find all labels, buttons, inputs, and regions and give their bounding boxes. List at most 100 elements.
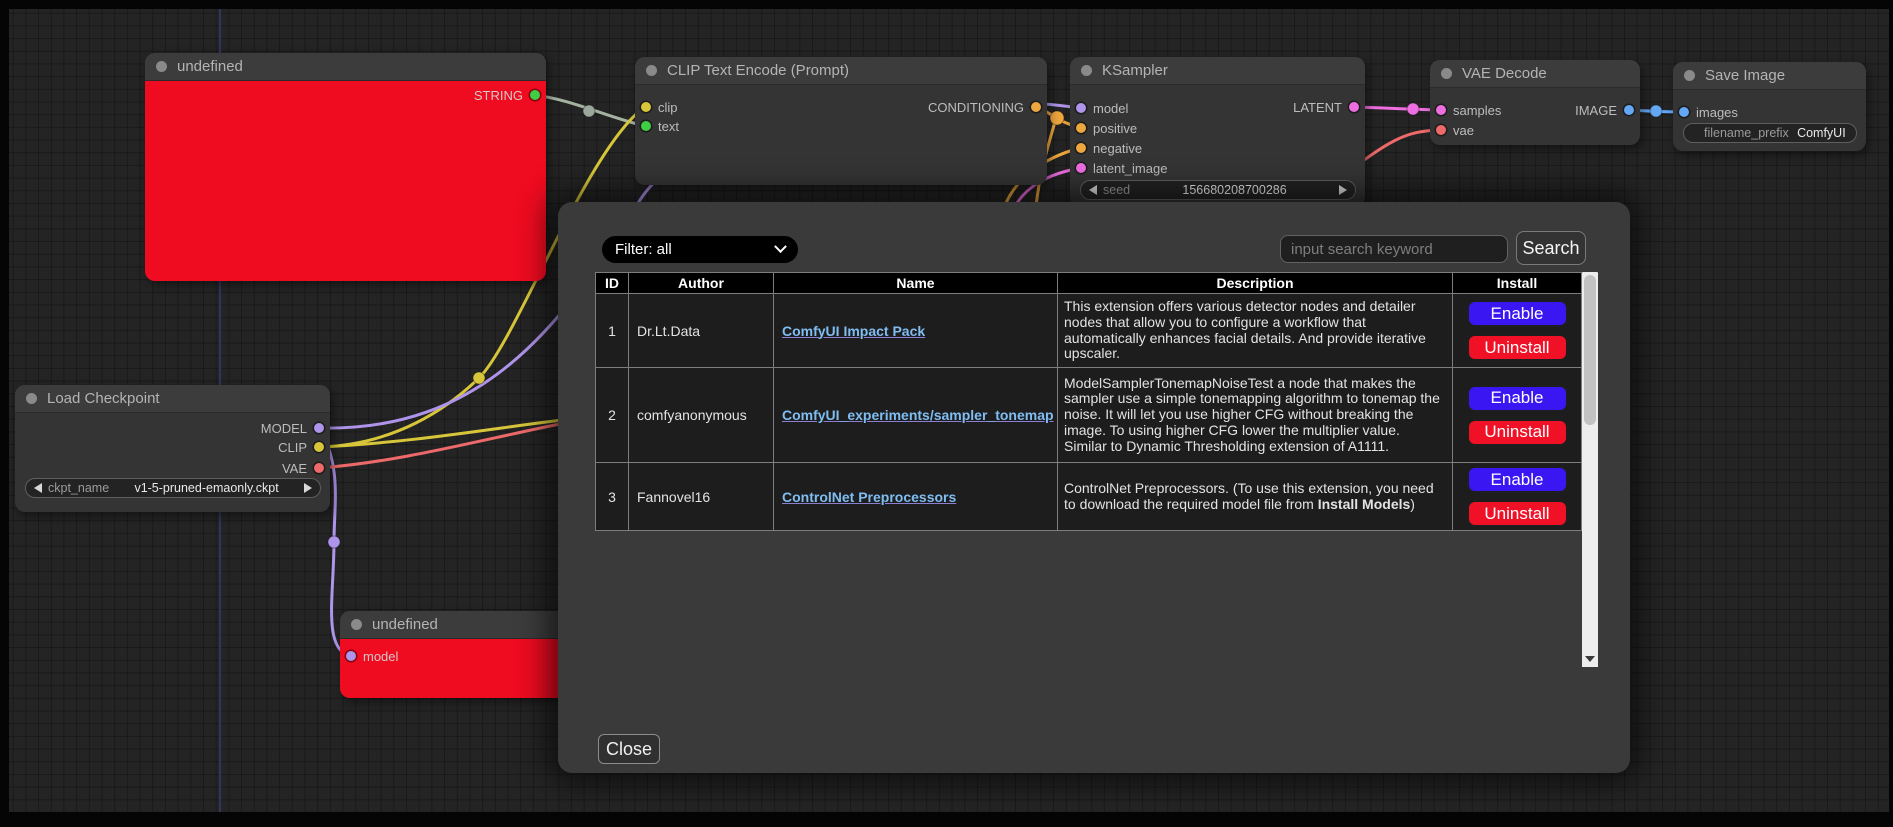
enable-button[interactable]: Enable — [1467, 385, 1568, 412]
row-id: 3 — [596, 463, 629, 531]
node-title: KSampler — [1102, 62, 1168, 79]
node-clip-text-encode[interactable]: CLIP Text Encode (Prompt) clip text COND… — [635, 57, 1047, 185]
extension-link[interactable]: ControlNet Preprocessors — [782, 489, 956, 505]
col-header-name: Name — [774, 273, 1058, 294]
table-header-row: ID Author Name Description Install — [596, 273, 1582, 294]
prev-value-icon[interactable] — [34, 483, 42, 493]
table-row: 2 comfyanonymous ComfyUI_experiments/sam… — [596, 368, 1582, 463]
output-label: VAE — [282, 461, 307, 476]
prev-value-icon[interactable] — [1089, 185, 1097, 195]
node-header[interactable]: Load Checkpoint — [15, 385, 330, 413]
output-label: STRING — [474, 88, 523, 103]
vae-output-dot[interactable] — [314, 463, 324, 473]
scrollbar-down-button[interactable] — [1582, 651, 1598, 667]
node-collapse-icon[interactable] — [351, 619, 362, 630]
widget-value: v1-5-pruned-emaonly.ckpt — [115, 481, 298, 495]
window-edge — [0, 0, 1893, 9]
row-description: This extension offers various detector n… — [1058, 294, 1453, 368]
input-label: latent_image — [1093, 161, 1167, 176]
node-load-checkpoint[interactable]: Load Checkpoint MODEL CLIP VAE ckpt_name… — [15, 385, 330, 512]
row-id: 2 — [596, 368, 629, 463]
node-collapse-icon[interactable] — [1081, 65, 1092, 76]
row-author: Fannovel16 — [629, 463, 774, 531]
node-title: Save Image — [1705, 67, 1785, 84]
next-value-icon[interactable] — [304, 483, 312, 493]
model-input-dot[interactable] — [1076, 103, 1086, 113]
node-undefined-top[interactable]: undefined STRING — [145, 53, 546, 281]
node-header[interactable]: Save Image — [1673, 62, 1866, 90]
model-input-dot[interactable] — [346, 651, 356, 661]
image-output-dot[interactable] — [1624, 105, 1634, 115]
uninstall-button[interactable]: Uninstall — [1467, 500, 1568, 527]
node-title: undefined — [372, 616, 438, 633]
enable-button[interactable]: Enable — [1467, 300, 1568, 327]
uninstall-button[interactable]: Uninstall — [1467, 419, 1568, 446]
node-collapse-icon[interactable] — [26, 393, 37, 404]
col-header-install: Install — [1453, 273, 1582, 294]
model-output-dot[interactable] — [314, 423, 324, 433]
ckpt-name-widget[interactable]: ckpt_name v1-5-pruned-emaonly.ckpt — [25, 478, 321, 498]
images-input-dot[interactable] — [1679, 107, 1689, 117]
node-header[interactable]: KSampler — [1070, 57, 1365, 85]
seed-widget[interactable]: seed 156680208700286 — [1080, 180, 1356, 200]
col-header-id: ID — [596, 273, 629, 294]
conditioning-output-dot[interactable] — [1031, 102, 1041, 112]
table-scrollbar[interactable] — [1582, 272, 1598, 667]
close-button[interactable]: Close — [598, 734, 660, 764]
search-input[interactable] — [1280, 235, 1508, 263]
widget-value: 156680208700286 — [1136, 183, 1333, 197]
latent-output-dot[interactable] — [1349, 102, 1359, 112]
input-label: negative — [1093, 141, 1142, 156]
chevron-down-icon — [774, 240, 787, 253]
node-undefined-bottom[interactable]: undefined model — [340, 611, 568, 698]
extension-link[interactable]: ComfyUI_experiments/sampler_tonemap — [782, 407, 1054, 423]
clip-input-dot[interactable] — [641, 102, 651, 112]
node-title: CLIP Text Encode (Prompt) — [667, 62, 849, 79]
latent-image-input-dot[interactable] — [1076, 163, 1086, 173]
node-collapse-icon[interactable] — [1684, 70, 1695, 81]
input-label: samples — [1453, 103, 1501, 118]
uninstall-button[interactable]: Uninstall — [1467, 334, 1568, 361]
node-ksampler[interactable]: KSampler model positive negative latent_… — [1070, 57, 1365, 207]
extension-link[interactable]: ComfyUI Impact Pack — [782, 323, 925, 339]
node-save-image[interactable]: Save Image images filename_prefix ComfyU… — [1673, 62, 1866, 151]
search-button[interactable]: Search — [1516, 231, 1586, 265]
negative-input-dot[interactable] — [1076, 143, 1086, 153]
reroute-dot-orange — [1050, 111, 1064, 125]
row-description: ModelSamplerTonemapNoiseTest a node that… — [1058, 368, 1453, 463]
node-collapse-icon[interactable] — [646, 65, 657, 76]
next-value-icon[interactable] — [1339, 185, 1347, 195]
node-vae-decode[interactable]: VAE Decode samples vae IMAGE — [1430, 60, 1640, 145]
input-label: images — [1696, 105, 1738, 120]
scrollbar-thumb[interactable] — [1584, 275, 1596, 425]
filename-prefix-widget[interactable]: filename_prefix ComfyUI — [1683, 123, 1857, 143]
node-collapse-icon[interactable] — [1441, 68, 1452, 79]
node-header[interactable]: CLIP Text Encode (Prompt) — [635, 57, 1047, 85]
vae-input-dot[interactable] — [1436, 125, 1446, 135]
input-label: positive — [1093, 121, 1137, 136]
clip-output-dot[interactable] — [314, 442, 324, 452]
output-label: LATENT — [1293, 100, 1342, 115]
reroute-dot-blue — [1650, 105, 1662, 117]
node-title: Load Checkpoint — [47, 390, 160, 407]
node-header[interactable]: undefined — [340, 611, 568, 639]
text-input-dot[interactable] — [641, 121, 651, 131]
reroute-dot-purple — [328, 536, 340, 548]
filter-select[interactable]: Filter: all — [602, 236, 798, 263]
enable-button[interactable]: Enable — [1467, 466, 1568, 493]
widget-value: ComfyUI — [1795, 126, 1848, 140]
input-label: text — [658, 119, 679, 134]
positive-input-dot[interactable] — [1076, 123, 1086, 133]
error-node-body — [145, 81, 546, 281]
wire-latent-to-samples — [1357, 107, 1440, 110]
string-output-dot[interactable] — [530, 90, 540, 100]
node-collapse-icon[interactable] — [156, 61, 167, 72]
reroute-dot-yellow — [473, 372, 485, 384]
samples-input-dot[interactable] — [1436, 105, 1446, 115]
node-header[interactable]: undefined — [145, 53, 546, 81]
reroute-dot-sage — [583, 105, 595, 117]
custom-nodes-manager-dialog: Filter: all Search ID Author Name Descri… — [558, 202, 1630, 773]
node-header[interactable]: VAE Decode — [1430, 60, 1640, 88]
col-header-author: Author — [629, 273, 774, 294]
output-label: IMAGE — [1575, 103, 1617, 118]
